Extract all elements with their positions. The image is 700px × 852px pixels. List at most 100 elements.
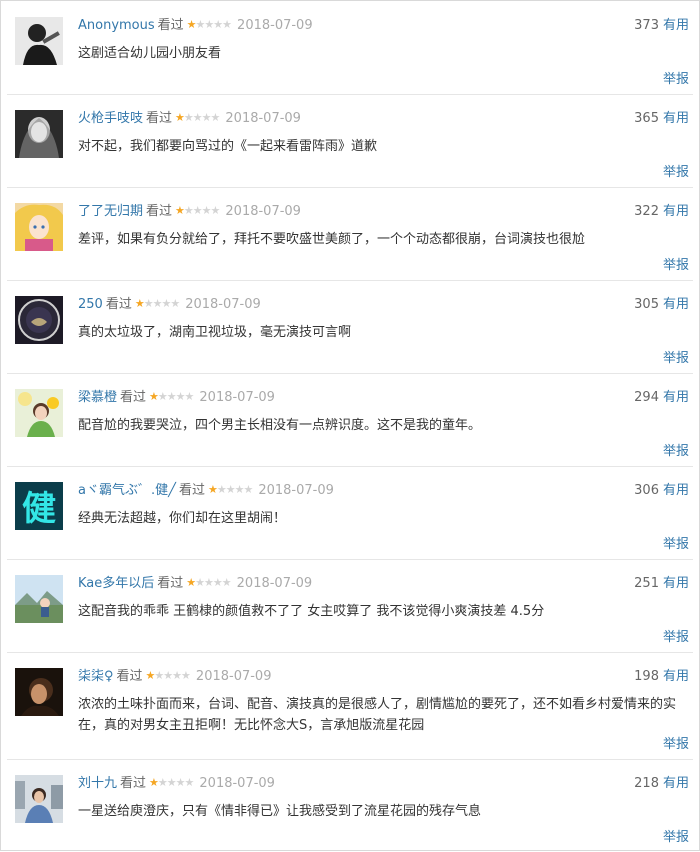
comment-item: 健 aヾ霸气ぶ゛.健╱ 看过 ★★★★★ 2018-07-09 306 有用 经典无法超…	[1, 466, 699, 559]
star-icon: ★	[186, 18, 197, 31]
useful-button[interactable]: 有用	[663, 576, 689, 591]
star-icon: ★	[210, 204, 221, 217]
star-icon: ★	[184, 390, 195, 403]
useful-button[interactable]: 有用	[663, 669, 689, 684]
watch-status: 看过	[157, 18, 184, 33]
vote-area: 218 有用	[634, 774, 689, 794]
star-icon: ★	[234, 483, 245, 496]
star-icon: ★	[172, 669, 182, 682]
star-icon: ★	[163, 669, 173, 682]
report-link[interactable]: 举报	[663, 161, 689, 180]
comment-date: 2018-07-09	[225, 204, 301, 219]
vote-count: 373	[634, 18, 659, 33]
useful-button[interactable]: 有用	[663, 18, 689, 33]
comment-date: 2018-07-09	[185, 297, 261, 312]
report-link[interactable]: 举报	[663, 440, 689, 459]
star-icon: ★	[207, 483, 218, 496]
report-link[interactable]: 举报	[663, 733, 689, 752]
comment-text: 真的太垃圾了，湖南卫视垃圾，毫无演技可言啊	[78, 325, 352, 340]
vote-area: 373 有用	[634, 16, 689, 36]
star-icon: ★	[192, 111, 203, 124]
username-link[interactable]: Anonymous	[78, 18, 155, 33]
comment-date: 2018-07-09	[258, 483, 334, 498]
avatar[interactable]	[15, 668, 63, 716]
avatar[interactable]	[15, 575, 63, 623]
rating-stars: ★★★★★	[186, 15, 232, 35]
vote-area: 198 有用	[634, 667, 689, 687]
report-link[interactable]: 举报	[663, 533, 689, 552]
watch-status: 看过	[146, 204, 173, 219]
vote-count: 251	[634, 576, 659, 591]
avatar[interactable]	[15, 17, 63, 65]
star-icon: ★	[195, 18, 206, 31]
useful-button[interactable]: 有用	[663, 297, 689, 312]
watch-status: 看过	[120, 390, 147, 405]
watch-status: 看过	[157, 576, 184, 591]
star-icon: ★	[192, 204, 203, 217]
username-link[interactable]: 柒柒♀	[78, 669, 114, 684]
avatar[interactable]: 健	[15, 482, 63, 530]
comment-list: Anonymous 看过 ★★★★★ 2018-07-09 373 有用 这剧适合幼儿园…	[1, 1, 699, 852]
comment-item: 火枪手吱吱 看过 ★★★★★ 2018-07-09 365 有用 对不起，我们都要向骂过…	[1, 94, 699, 187]
star-icon: ★	[186, 576, 196, 589]
star-icon: ★	[161, 297, 171, 310]
star-icon: ★	[225, 483, 236, 496]
username-link[interactable]: 火枪手吱吱	[78, 111, 143, 126]
star-icon: ★	[157, 776, 168, 789]
comment-date: 2018-07-09	[236, 576, 313, 591]
useful-button[interactable]: 有用	[663, 776, 689, 791]
report-link[interactable]: 举报	[663, 68, 689, 87]
report-link[interactable]: 举报	[663, 826, 689, 845]
star-icon: ★	[175, 111, 185, 124]
star-icon: ★	[243, 483, 253, 496]
comment-item: 了了无归期 看过 ★★★★★ 2018-07-09 322 有用 差评，如果有负分就给了…	[1, 187, 699, 280]
comment-date: 2018-07-09	[225, 111, 301, 126]
avatar[interactable]	[15, 296, 63, 344]
vote-count: 365	[634, 111, 659, 126]
rating-stars: ★★★★★	[149, 387, 195, 407]
avatar[interactable]	[15, 775, 63, 823]
useful-button[interactable]: 有用	[663, 390, 689, 405]
star-icon: ★	[195, 576, 205, 589]
rating-stars: ★★★★★	[145, 666, 191, 686]
username-link[interactable]: 250	[78, 297, 103, 312]
avatar[interactable]	[15, 389, 63, 437]
comment-text: 浓浓的土味扑面而来，台词、配音、演技真的是很感人了，剧情尴尬的要死了，还不如看乡…	[78, 697, 677, 733]
watch-status: 看过	[116, 669, 143, 684]
vote-area: 251 有用	[634, 574, 689, 594]
star-icon: ★	[170, 297, 180, 310]
username-link[interactable]: 了了无归期	[78, 204, 143, 219]
star-icon: ★	[154, 669, 164, 682]
username-link[interactable]: 梁慕橙	[78, 390, 117, 405]
vote-area: 322 有用	[634, 202, 689, 222]
vote-area: 306 有用	[634, 481, 689, 501]
report-link[interactable]: 举报	[663, 626, 689, 645]
star-icon: ★	[221, 576, 232, 589]
star-icon: ★	[183, 111, 194, 124]
star-icon: ★	[201, 111, 212, 124]
report-link[interactable]: 举报	[663, 347, 689, 366]
watch-status: 看过	[178, 483, 205, 498]
comment-text: 配音尬的我要哭泣，四个男主长相没有一点辨识度。这不是我的童年。	[78, 418, 482, 433]
comment-meta: 梁慕橙 看过 ★★★★★ 2018-07-09	[78, 388, 275, 408]
avatar-glyph: 健	[22, 489, 56, 529]
star-icon: ★	[145, 669, 156, 682]
comment-item: 柒柒♀ 看过 ★★★★★ 2018-07-09 198 有用 浓浓的土味扑面而来，台词、…	[1, 652, 699, 759]
comment-meta: 火枪手吱吱 看过 ★★★★★ 2018-07-09	[78, 109, 301, 129]
comment-date: 2018-07-09	[199, 776, 275, 791]
watch-status: 看过	[120, 776, 147, 791]
report-link[interactable]: 举报	[663, 254, 689, 273]
username-link[interactable]: 刘十九	[78, 776, 117, 791]
useful-button[interactable]: 有用	[663, 204, 689, 219]
star-icon: ★	[175, 390, 186, 403]
useful-button[interactable]: 有用	[663, 111, 689, 126]
useful-button[interactable]: 有用	[663, 483, 689, 498]
avatar[interactable]	[15, 110, 63, 158]
avatar[interactable]	[15, 203, 63, 251]
comment-meta: Kae多年以后 看过 ★★★★★ 2018-07-09	[78, 574, 312, 594]
star-icon: ★	[184, 776, 195, 789]
comment-text: 差评，如果有负分就给了，拜托不要吹盛世美颜了，一个个动态都很崩，台词演技也很尬	[78, 232, 586, 247]
username-link[interactable]: aヾ霸气ぶ゛.健╱	[78, 483, 176, 498]
star-icon: ★	[210, 111, 221, 124]
username-link[interactable]: Kae多年以后	[78, 576, 154, 591]
